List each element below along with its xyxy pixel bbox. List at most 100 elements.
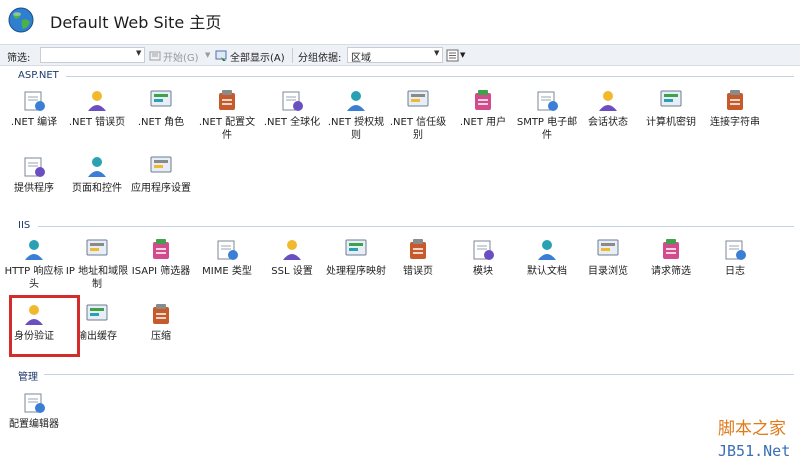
net-profile-icon bbox=[219, 90, 235, 110]
net-roles-icon bbox=[150, 90, 172, 107]
modules-icon bbox=[473, 240, 494, 260]
net-error-pages-icon bbox=[88, 91, 106, 111]
feature-label: .NET 错误页 bbox=[68, 117, 126, 128]
feature-label: 提供程序 bbox=[14, 183, 54, 194]
net-users-icon bbox=[475, 90, 491, 110]
watermark-domain: JB51.Net bbox=[718, 442, 791, 460]
feature-item[interactable]: .NET 信任级别 bbox=[386, 87, 450, 142]
filter-toolbar: 筛选: ▼ 开始(G) ▼ 全部显示(A) 分组依据: 区域 ▼ ▼ bbox=[0, 44, 800, 66]
section-divider bbox=[44, 374, 794, 375]
feature-label: 默认文档 bbox=[527, 266, 567, 277]
compression-icon bbox=[153, 304, 169, 324]
group-by-label: 分组依据: bbox=[298, 53, 342, 64]
feature-item[interactable]: 默认文档 bbox=[515, 236, 579, 278]
feature-label: 页面和控件 bbox=[72, 183, 122, 194]
smtp-email-icon bbox=[537, 91, 558, 111]
feature-label: .NET 授权规则 bbox=[327, 117, 385, 141]
feature-label: 连接字符串 bbox=[710, 117, 760, 128]
feature-item[interactable]: .NET 授权规则 bbox=[324, 87, 388, 142]
feature-item[interactable]: 页面和控件 bbox=[65, 153, 129, 195]
feature-item[interactable]: .NET 全球化 bbox=[260, 87, 324, 129]
error-pages-icon bbox=[410, 239, 426, 259]
feature-item[interactable]: 配置编辑器 bbox=[2, 389, 66, 431]
filter-label: 筛选: bbox=[7, 53, 31, 64]
section-label-iis: IIS bbox=[18, 220, 31, 231]
feature-item[interactable]: .NET 编译 bbox=[2, 87, 66, 129]
feature-item[interactable]: 压缩 bbox=[129, 301, 193, 343]
feature-label: SSL 设置 bbox=[271, 266, 313, 277]
feature-item[interactable]: HTTP 响应标头 bbox=[2, 236, 66, 291]
net-trust-levels-icon bbox=[407, 90, 429, 107]
feature-label: 会话状态 bbox=[588, 117, 628, 128]
feature-item[interactable]: .NET 用户 bbox=[451, 87, 515, 129]
feature-label: 请求筛选 bbox=[651, 266, 691, 277]
authentication-highlight-box bbox=[9, 295, 80, 357]
feature-label: 计算机密钥 bbox=[646, 117, 696, 128]
feature-item[interactable]: .NET 错误页 bbox=[65, 87, 129, 129]
http-headers-icon bbox=[25, 240, 43, 260]
feature-label: .NET 信任级别 bbox=[389, 117, 447, 141]
net-authorization-icon bbox=[347, 91, 365, 111]
section-divider bbox=[66, 76, 794, 77]
configuration-editor-icon bbox=[24, 393, 45, 413]
machine-key-icon bbox=[660, 90, 682, 107]
feature-item[interactable]: 请求筛选 bbox=[639, 236, 703, 278]
feature-label: .NET 全球化 bbox=[263, 117, 321, 128]
section-divider bbox=[38, 226, 794, 227]
feature-item[interactable]: IP 地址和域限制 bbox=[65, 236, 129, 291]
show-all-icon bbox=[215, 50, 227, 61]
feature-label: .NET 角色 bbox=[137, 117, 185, 128]
feature-item[interactable]: 日志 bbox=[703, 236, 767, 278]
feature-item[interactable]: 模块 bbox=[451, 236, 515, 278]
connection-strings-icon bbox=[727, 90, 743, 110]
feature-item[interactable]: SMTP 电子邮件 bbox=[515, 87, 579, 142]
pages-controls-icon bbox=[88, 157, 106, 177]
feature-label: SMTP 电子邮件 bbox=[516, 117, 578, 141]
group-by-value: 区域 bbox=[351, 53, 371, 64]
feature-item[interactable]: 错误页 bbox=[386, 236, 450, 278]
page-header: Default Web Site 主页 bbox=[0, 0, 800, 40]
feature-label: ISAPI 筛选器 bbox=[131, 266, 191, 277]
feature-item[interactable]: 计算机密钥 bbox=[639, 87, 703, 129]
session-state-icon bbox=[599, 91, 617, 111]
start-button[interactable]: 开始(G) bbox=[163, 49, 199, 64]
filter-input[interactable]: ▼ bbox=[40, 47, 145, 63]
isapi-filters-icon bbox=[153, 239, 169, 259]
ssl-settings-icon bbox=[283, 240, 301, 260]
request-filtering-icon bbox=[663, 239, 679, 259]
feature-item[interactable]: .NET 配置文件 bbox=[195, 87, 259, 142]
feature-item[interactable]: 提供程序 bbox=[2, 153, 66, 195]
view-mode-icon[interactable] bbox=[446, 49, 459, 62]
feature-item[interactable]: 会话状态 bbox=[576, 87, 640, 129]
output-caching-icon bbox=[86, 304, 108, 321]
feature-item[interactable]: .NET 角色 bbox=[129, 87, 193, 129]
feature-label: 应用程序设置 bbox=[131, 183, 191, 194]
feature-item[interactable]: 连接字符串 bbox=[703, 87, 767, 129]
watermark: 脚本之家 JB51.Net bbox=[718, 418, 790, 462]
show-all-button[interactable]: 全部显示(A) bbox=[230, 49, 285, 64]
handler-mappings-icon bbox=[345, 239, 367, 256]
net-globalization-icon bbox=[282, 91, 303, 111]
feature-label: 处理程序映射 bbox=[326, 266, 386, 277]
app-settings-icon bbox=[150, 156, 172, 173]
feature-item[interactable]: 处理程序映射 bbox=[324, 236, 388, 278]
feature-item[interactable]: 应用程序设置 bbox=[129, 153, 193, 195]
section-label-aspnet: ASP.NET bbox=[18, 70, 59, 81]
group-by-select[interactable]: 区域 ▼ bbox=[347, 47, 443, 64]
mime-types-icon bbox=[217, 240, 238, 260]
feature-label: .NET 配置文件 bbox=[198, 117, 256, 141]
start-icon bbox=[149, 51, 161, 61]
feature-item[interactable]: MIME 类型 bbox=[195, 236, 259, 278]
feature-label: HTTP 响应标头 bbox=[4, 266, 64, 290]
page-title: Default Web Site 主页 bbox=[50, 13, 222, 32]
feature-label: 错误页 bbox=[403, 266, 433, 277]
feature-item[interactable]: ISAPI 筛选器 bbox=[129, 236, 193, 278]
feature-item[interactable]: SSL 设置 bbox=[260, 236, 324, 278]
chevron-down-icon: ▼ bbox=[205, 51, 211, 59]
feature-label: 压缩 bbox=[151, 331, 171, 342]
ip-restrictions-icon bbox=[86, 239, 108, 256]
feature-label: 目录浏览 bbox=[588, 266, 628, 277]
providers-icon bbox=[24, 157, 45, 177]
feature-item[interactable]: 目录浏览 bbox=[576, 236, 640, 278]
feature-label: 日志 bbox=[725, 266, 745, 277]
